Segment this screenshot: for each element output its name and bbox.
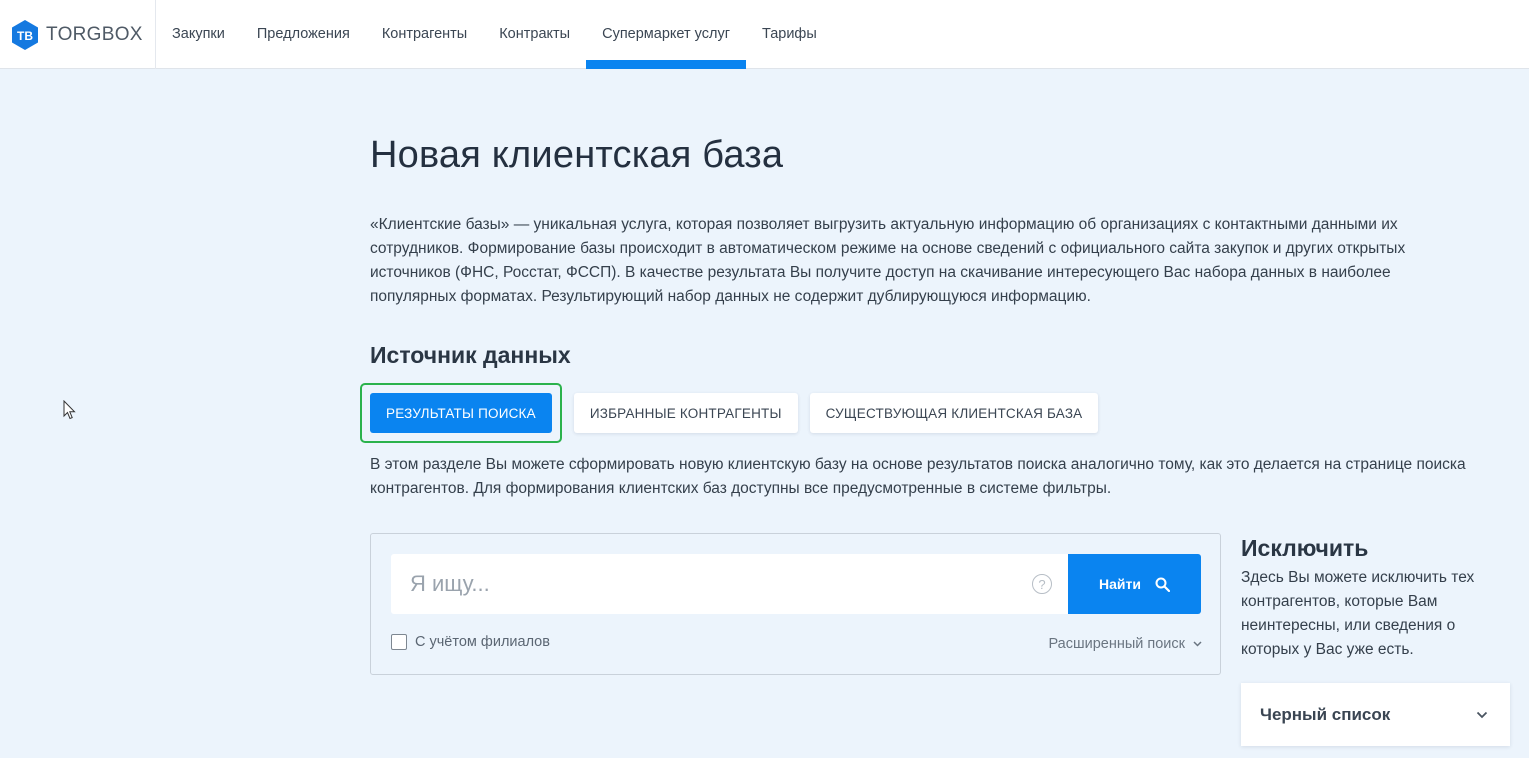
svg-text:ТВ: ТВ xyxy=(17,29,33,43)
data-source-description: В этом разделе Вы можете сформировать но… xyxy=(370,456,1466,497)
help-icon[interactable]: ? xyxy=(1032,574,1052,594)
nav-item-counterparties[interactable]: Контрагенты xyxy=(366,0,483,68)
blacklist-accordion[interactable]: Черный список xyxy=(1241,683,1510,746)
mouse-cursor-icon xyxy=(63,400,76,420)
exclude-description: Здесь Вы можете исключить тех контрагент… xyxy=(1241,569,1475,658)
branches-checkbox-row[interactable]: С учётом филиалов xyxy=(391,634,550,650)
logo[interactable]: ТВ TORGBOX xyxy=(0,0,156,69)
search-input[interactable] xyxy=(391,554,1068,614)
main-nav: Закупки Предложения Контрагенты Контракт… xyxy=(156,0,833,69)
chevron-down-icon xyxy=(1193,641,1202,647)
tab-focus-ring: Результаты поиска xyxy=(360,383,562,443)
page-title: Новая клиентская база xyxy=(370,134,784,176)
nav-item-contracts[interactable]: Контракты xyxy=(483,0,586,68)
nav-item-offers[interactable]: Предложения xyxy=(241,0,366,68)
search-panel: ? Найти С учётом филиалов Расширенный по… xyxy=(370,533,1221,675)
branches-label: С учётом филиалов xyxy=(415,634,550,650)
nav-item-purchases[interactable]: Закупки xyxy=(156,0,241,68)
search-input-wrap: ? xyxy=(391,554,1068,614)
blacklist-label: Черный список xyxy=(1260,704,1391,724)
find-button[interactable]: Найти xyxy=(1068,554,1201,614)
intro-text: «Клиентские базы» — уникальная услуга, к… xyxy=(370,216,1406,305)
search-icon xyxy=(1155,577,1170,592)
tab-search-results[interactable]: Результаты поиска xyxy=(370,393,552,433)
find-button-label: Найти xyxy=(1099,576,1141,592)
top-header: ТВ TORGBOX Закупки Предложения Контраген… xyxy=(0,0,1529,69)
logo-text: TORGBOX xyxy=(46,23,143,45)
chevron-down-icon xyxy=(1476,711,1488,718)
torgbox-logo-icon: ТВ xyxy=(12,19,38,50)
exclude-title: Исключить xyxy=(1241,535,1369,561)
nav-item-services-market[interactable]: Супермаркет услуг xyxy=(586,0,746,69)
branches-checkbox[interactable] xyxy=(391,634,407,650)
tab-favorite-counterparties[interactable]: Избранные контрагенты xyxy=(573,393,798,433)
data-source-tabs: Результаты поиска Избранные контрагенты … xyxy=(360,383,1099,443)
nav-item-tariffs[interactable]: Тарифы xyxy=(746,0,833,68)
data-source-title: Источник данных xyxy=(370,342,571,368)
advanced-search-toggle[interactable]: Расширенный поиск xyxy=(1048,636,1202,652)
advanced-search-label: Расширенный поиск xyxy=(1048,636,1185,652)
tab-existing-client-base[interactable]: Существующая клиентская база xyxy=(809,393,1099,433)
